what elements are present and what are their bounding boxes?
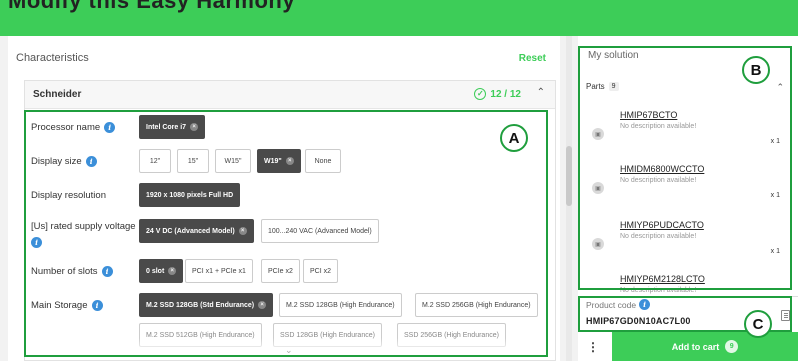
option-button[interactable]: 1920 x 1080 pixels Full HD xyxy=(139,183,241,207)
completion-status: ✓ 12 / 12 xyxy=(474,88,521,100)
part-code-link[interactable]: HMIDM6800WCCTO xyxy=(620,164,704,174)
part-quantity: x 1 xyxy=(770,248,780,255)
characteristics-panel: Characteristics Reset Schneider ✓ 12 / 1… xyxy=(8,36,560,361)
product-thumbnail-icon: ▣ xyxy=(592,128,604,140)
cart-count-badge: 9 xyxy=(725,340,739,353)
part-description: No description available! xyxy=(620,123,697,130)
option-button[interactable]: None xyxy=(305,149,341,173)
scrollbar-thumb[interactable] xyxy=(566,146,572,206)
part-item: HMIYP6M2128LCTO No description available… xyxy=(578,274,788,296)
chevron-up-icon[interactable]: ⌃ xyxy=(537,87,545,98)
option-button[interactable]: 0 slot × xyxy=(139,259,184,283)
part-item: ▣ HMIP67BCTO No description available! x… xyxy=(578,110,788,160)
option-button[interactable]: Intel Core i7 × xyxy=(139,115,206,139)
option-button[interactable]: W15" xyxy=(215,149,251,173)
callout-label-b: B xyxy=(742,56,770,84)
clear-icon[interactable]: × xyxy=(258,301,267,309)
callout-label-a: A xyxy=(500,124,528,152)
brand-card: Schneider ✓ 12 / 12 ⌃ Processor name i In… xyxy=(24,80,556,361)
product-code-value: HMIP67GD0N10AC7L00 xyxy=(586,316,691,326)
copy-icon[interactable] xyxy=(781,310,790,321)
add-to-cart-label: Add to cart xyxy=(671,341,720,352)
characteristic-label: Number of slots i xyxy=(31,266,146,278)
top-banner: Modify this Easy Harmony xyxy=(0,0,798,36)
page-title: Modify this Easy Harmony xyxy=(8,0,296,13)
characteristic-label: Main Storage i xyxy=(31,300,146,312)
part-quantity: x 1 xyxy=(770,138,780,145)
part-quantity: x 1 xyxy=(770,192,780,199)
brand-name: Schneider xyxy=(33,89,82,100)
product-thumbnail-icon: ▣ xyxy=(592,238,604,250)
info-icon[interactable]: i xyxy=(85,156,97,168)
option-button[interactable]: 15" xyxy=(177,149,209,173)
more-options-button[interactable]: ⋮ xyxy=(578,332,608,361)
product-code-label: Product code i xyxy=(586,299,651,310)
check-circle-icon: ✓ xyxy=(474,88,487,100)
reset-button[interactable]: Reset xyxy=(519,53,546,64)
characteristic-row-processor: Processor name i Intel Core i7 × xyxy=(25,111,555,145)
part-description: No description available! xyxy=(620,287,697,294)
clear-icon[interactable]: × xyxy=(190,123,199,131)
info-icon[interactable]: i xyxy=(101,266,113,278)
part-code-link[interactable]: HMIYP6M2128LCTO xyxy=(620,274,705,284)
chevron-up-icon[interactable]: ⌃ xyxy=(776,82,784,93)
characteristics-title: Characteristics xyxy=(16,52,89,64)
add-to-cart-button[interactable]: Add to cart 9 xyxy=(612,332,798,361)
option-button[interactable]: 24 V DC (Advanced Model) × xyxy=(139,219,254,243)
option-button[interactable]: M.2 SSD 128GB (High Endurance) xyxy=(279,293,402,317)
characteristic-row-supply-voltage: [Us] rated supply voltage i 24 V DC (Adva… xyxy=(25,213,555,255)
info-icon[interactable]: i xyxy=(639,299,651,310)
clear-icon[interactable]: × xyxy=(168,267,177,275)
part-item: ▣ HMIDM6800WCCTO No description availabl… xyxy=(578,164,788,214)
info-icon[interactable]: i xyxy=(104,122,116,134)
parts-count-badge: 9 xyxy=(608,82,619,91)
product-thumbnail-icon: ▣ xyxy=(592,182,604,194)
info-icon[interactable]: i xyxy=(91,300,103,312)
callout-label-c: C xyxy=(744,310,772,338)
info-icon[interactable]: i xyxy=(31,236,42,248)
scrollbar[interactable] xyxy=(566,36,572,361)
option-button[interactable]: M.2 SSD 128GB (Std Endurance) × xyxy=(139,293,274,317)
characteristics-header: Characteristics Reset xyxy=(8,36,560,76)
option-button[interactable]: 100...240 VAC (Advanced Model) xyxy=(261,219,379,243)
part-code-link[interactable]: HMIYP6PUDCACTO xyxy=(620,220,704,230)
option-button[interactable]: M.2 SSD 256GB (High Endurance) xyxy=(415,293,538,317)
part-code-link[interactable]: HMIP67BCTO xyxy=(620,110,677,120)
option-button[interactable]: PCI x2 xyxy=(303,259,339,283)
option-button[interactable]: W19" × xyxy=(257,149,301,173)
characteristic-label: Display resolution xyxy=(31,190,106,201)
characteristic-row-display-resolution: Display resolution 1920 x 1080 pixels Fu… xyxy=(25,179,555,213)
characteristic-label: Display size i xyxy=(31,156,146,168)
brand-header[interactable]: Schneider ✓ 12 / 12 ⌃ xyxy=(25,81,555,109)
chevron-down-icon[interactable]: ⌄ xyxy=(285,345,293,356)
parts-label: Parts xyxy=(586,82,605,91)
solution-title: My solution xyxy=(588,50,639,61)
characteristic-label: [Us] rated supply voltage i xyxy=(31,221,136,248)
characteristic-row-number-of-slots: Number of slots i 0 slot × PCI x1 + PCIe x… xyxy=(25,255,555,289)
parts-header[interactable]: Parts 9 xyxy=(586,82,619,91)
part-item: ▣ HMIYP6PUDCACTO No description availabl… xyxy=(578,220,788,270)
clear-icon[interactable]: × xyxy=(285,157,294,165)
option-button[interactable]: PCI x1 + PCIe x1 xyxy=(185,259,253,283)
part-description: No description available! xyxy=(620,177,697,184)
clear-icon[interactable]: × xyxy=(238,227,247,235)
completion-count: 12 / 12 xyxy=(490,88,521,100)
part-description: No description available! xyxy=(620,233,697,240)
option-button[interactable]: PCIe x2 xyxy=(261,259,300,283)
option-button[interactable]: 12" xyxy=(139,149,171,173)
characteristic-label: Processor name i xyxy=(31,122,146,134)
characteristic-row-display-size: Display size i 12" 15" W15" W19" × None xyxy=(25,145,555,179)
